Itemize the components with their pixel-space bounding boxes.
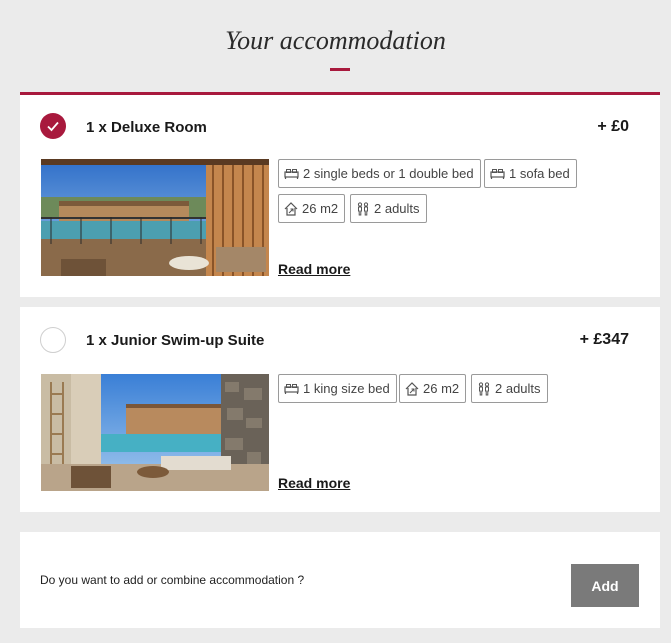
check-icon bbox=[47, 121, 59, 132]
bed-icon bbox=[284, 168, 299, 179]
guests-icon bbox=[478, 381, 490, 395]
feature-text: 26 m2 bbox=[423, 381, 460, 396]
feature-area: 26 m2 bbox=[278, 194, 346, 223]
room-card-junior-suite: 1 x Junior Swim-up Suite + £347 1 king s… bbox=[20, 307, 660, 512]
title-accent-line bbox=[330, 68, 350, 71]
feature-beds: 2 single beds or 1 double bed bbox=[278, 159, 481, 188]
feature-text: 2 single beds or 1 double bed bbox=[303, 166, 474, 181]
room-name: 1 x Junior Swim-up Suite bbox=[86, 332, 265, 349]
feature-beds: 1 king size bed bbox=[278, 374, 397, 403]
bed-icon bbox=[284, 383, 299, 394]
room-image-junior-suite[interactable] bbox=[41, 374, 269, 491]
guests-icon bbox=[357, 201, 369, 215]
room-select-radio-deluxe[interactable] bbox=[40, 113, 66, 139]
read-more-link[interactable]: Read more bbox=[278, 261, 350, 277]
read-more-link[interactable]: Read more bbox=[278, 475, 350, 491]
feature-text: 1 king size bed bbox=[303, 381, 390, 396]
room-image-deluxe[interactable] bbox=[41, 159, 269, 276]
room-price: + £0 bbox=[597, 118, 629, 135]
feature-guests: 2 adults bbox=[471, 374, 548, 403]
area-icon bbox=[405, 381, 419, 396]
area-icon bbox=[284, 201, 298, 216]
add-accommodation-panel: Do you want to add or combine accommodat… bbox=[20, 532, 660, 628]
feature-guests: 2 adults bbox=[350, 194, 427, 223]
sofa-bed-icon bbox=[490, 168, 505, 179]
add-button[interactable]: Add bbox=[571, 564, 639, 607]
feature-area: 26 m2 bbox=[399, 374, 467, 403]
room-select-radio-junior-suite[interactable] bbox=[40, 327, 66, 353]
page-title: Your accommodation bbox=[225, 26, 446, 55]
room-card-deluxe: 1 x Deluxe Room + £0 2 single beds or 1 … bbox=[20, 92, 660, 297]
room-price: + £347 bbox=[579, 331, 629, 348]
feature-text: 26 m2 bbox=[302, 201, 339, 216]
feature-text: 2 adults bbox=[374, 201, 420, 216]
room-name: 1 x Deluxe Room bbox=[86, 119, 207, 136]
add-accommodation-question: Do you want to add or combine accommodat… bbox=[40, 573, 305, 587]
feature-text: 1 sofa bed bbox=[509, 166, 570, 181]
feature-sofa-bed: 1 sofa bed bbox=[484, 159, 577, 188]
feature-text: 2 adults bbox=[495, 381, 541, 396]
